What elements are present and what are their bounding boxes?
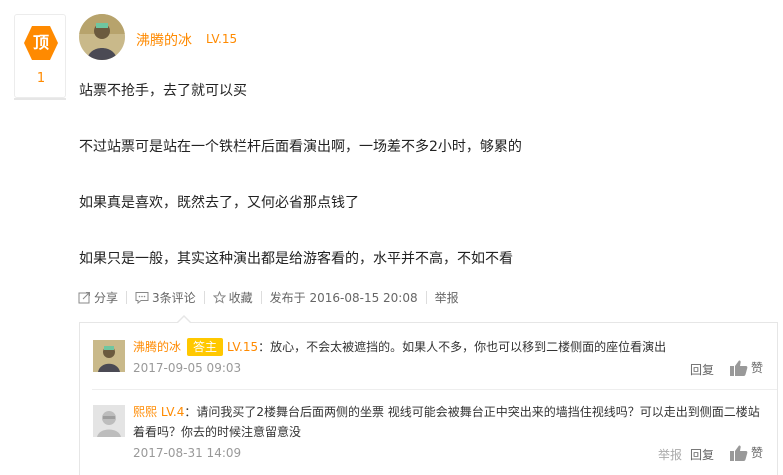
share-button[interactable]: 分享: [78, 289, 118, 306]
upvote-label: 顶: [32, 33, 49, 52]
post-action-bar: 分享 3条评论 收藏 发布于 2016-08-15 20:08 举报: [78, 288, 459, 306]
comment-level: LV.4: [160, 405, 185, 419]
published-time: 发布于 2016-08-15 20:08: [269, 290, 418, 305]
post-paragraph: 站票不抢手，去了就可以买: [79, 83, 247, 99]
post-paragraph: 不过站票可是站在一个铁栏杆后面看演出啊，一场差不多2小时，够累的: [79, 139, 522, 155]
share-icon: [78, 291, 90, 303]
share-label: 分享: [94, 290, 119, 305]
thumbs-up-icon: [730, 445, 748, 461]
comment-author[interactable]: 沸腾的冰: [133, 340, 181, 354]
comments-panel: 沸腾的冰 答主 LV.15：放心，不会太被遮挡的。如果人不多，你也可以移到二楼侧面的…: [79, 315, 778, 475]
like-button[interactable]: 赞: [730, 444, 763, 461]
reply-button[interactable]: 回复: [690, 446, 714, 463]
comment-date: 2017-08-31 14:09: [133, 446, 242, 460]
comment-level: LV.15: [227, 340, 259, 354]
comment-icon: [135, 291, 149, 304]
report-button[interactable]: 举报: [435, 289, 459, 306]
host-badge: 答主: [187, 338, 224, 356]
author-name[interactable]: 沸腾的冰: [136, 30, 192, 50]
divider: [203, 290, 205, 304]
caret: [177, 317, 191, 324]
comment-text-continued: 着看吗？你去的时候注意留意没: [133, 425, 302, 439]
avatar-image: [93, 340, 125, 372]
badge-shadow: [14, 98, 66, 100]
comment-avatar[interactable]: [93, 405, 125, 437]
comments-button[interactable]: 3条评论: [135, 289, 196, 306]
comment-line: 沸腾的冰 答主 LV.15：放心，不会太被遮挡的。如果人不多，你也可以移到二楼侧面的…: [133, 338, 666, 356]
like-button[interactable]: 赞: [730, 359, 763, 376]
avatar[interactable]: [79, 14, 125, 60]
comment-author[interactable]: 熙熙: [133, 405, 157, 419]
comment-text: ：放心，不会太被遮挡的。如果人不多，你也可以移到二楼侧面的座位看演出: [258, 340, 667, 354]
favorite-label: 收藏: [228, 290, 253, 305]
comment-line: 熙熙 LV.4：请问我买了2楼舞台后面两侧的坐票 视线可能会被舞台正中突出来的墙…: [133, 403, 760, 420]
favorite-button[interactable]: 收藏: [212, 289, 253, 306]
comment-avatar[interactable]: [93, 340, 125, 372]
divider: [260, 290, 262, 304]
thumbs-up-icon: [730, 360, 748, 376]
comment-date: 2017-09-05 09:03: [133, 361, 242, 375]
author-level: LV.15: [206, 32, 238, 46]
like-label: 赞: [751, 361, 764, 375]
upvote-count: 1: [36, 71, 46, 86]
divider: [425, 290, 427, 304]
comment-text: ：请问我买了2楼舞台后面两侧的坐票 视线可能会被舞台正中突出来的墙挡住视线吗？可…: [184, 405, 760, 419]
default-avatar-icon: [93, 405, 125, 437]
report-button[interactable]: 举报: [658, 446, 682, 463]
divider: [126, 290, 128, 304]
reply-button[interactable]: 回复: [690, 361, 714, 378]
upvote-badge[interactable]: 顶 1: [14, 14, 66, 100]
like-label: 赞: [751, 446, 764, 460]
divider: [92, 389, 777, 390]
avatar-image: [79, 14, 125, 60]
comments-label: 3条评论: [152, 290, 196, 305]
post-paragraph: 如果只是一般，其实这种演出都是给游客看的，水平并不高，不如不看: [79, 251, 513, 267]
post-paragraph: 如果真是喜欢，既然去了，又何必省那点钱了: [79, 195, 359, 211]
star-icon: [212, 290, 226, 304]
